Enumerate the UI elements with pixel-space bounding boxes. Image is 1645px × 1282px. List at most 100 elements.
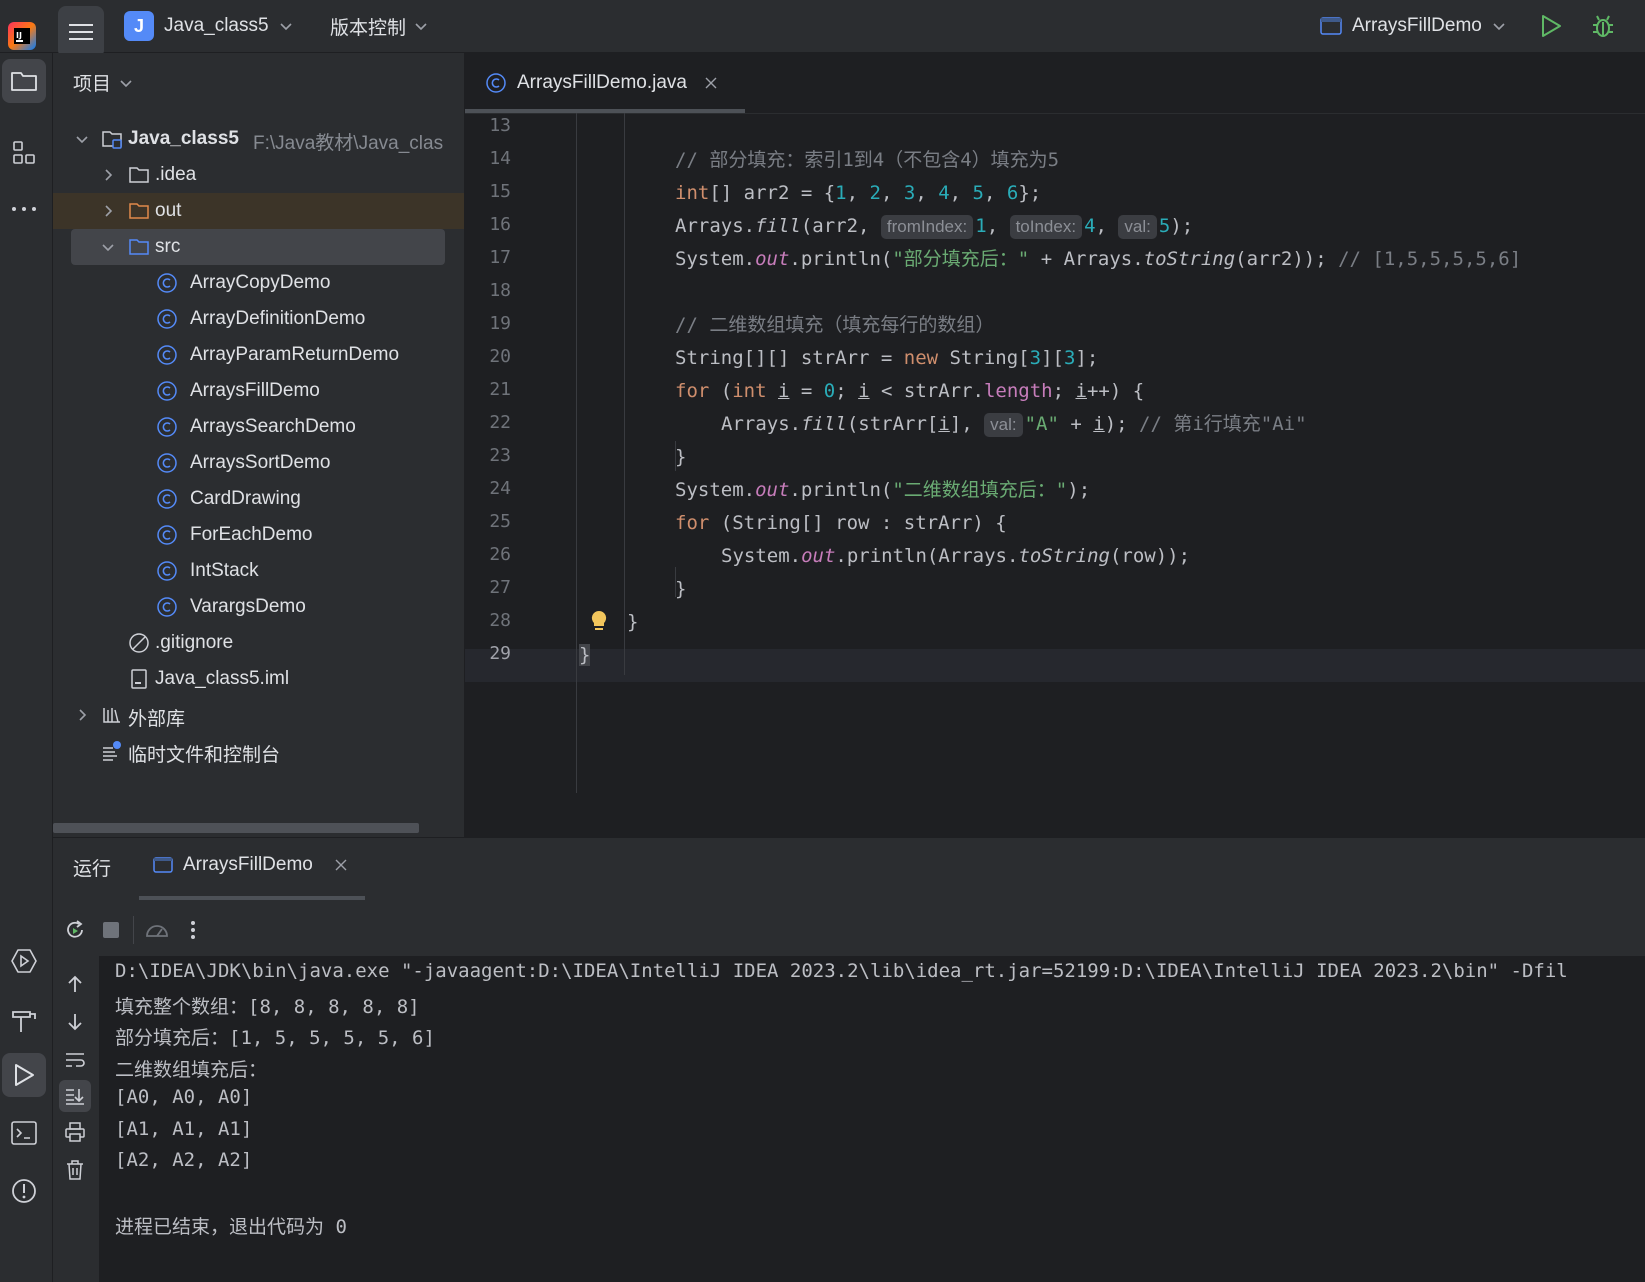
profiler-icon[interactable] bbox=[143, 916, 171, 944]
run-config-selector[interactable]: ArraysFillDemo bbox=[1320, 0, 1506, 52]
tree-item-file[interactable]: .gitignore bbox=[53, 625, 464, 661]
code-token: (strArr[ bbox=[846, 413, 939, 435]
build-icon[interactable] bbox=[2, 999, 46, 1043]
trash-icon[interactable] bbox=[61, 1156, 89, 1184]
chevron-right-icon[interactable] bbox=[101, 204, 115, 218]
bulb-icon[interactable] bbox=[589, 609, 609, 633]
print-icon[interactable] bbox=[61, 1118, 89, 1146]
tree-item-folder[interactable]: src bbox=[53, 229, 464, 265]
run-tool-icon[interactable] bbox=[2, 1053, 46, 1097]
code-comment: // 二维数组填充（填充每行的数组） bbox=[675, 314, 995, 336]
code-token: i bbox=[778, 380, 790, 402]
arrow-up-icon[interactable] bbox=[61, 970, 89, 998]
code-line: // 部分填充：索引1到4（不包含4）填充为5 bbox=[675, 144, 1059, 177]
code-token: i bbox=[858, 380, 870, 402]
code-line: for (String[] row : strArr) { bbox=[675, 507, 1007, 540]
close-icon[interactable] bbox=[335, 859, 347, 871]
libraries-icon bbox=[101, 704, 123, 726]
code-token: "A" bbox=[1024, 413, 1059, 435]
arrow-down-icon[interactable] bbox=[61, 1008, 89, 1036]
code-token: toString bbox=[1018, 545, 1110, 567]
tree-item-class[interactable]: CardDrawing bbox=[53, 481, 464, 517]
active-tab-underline bbox=[139, 896, 365, 900]
tree-item-class[interactable]: ArraysFillDemo bbox=[53, 373, 464, 409]
tree-item-label: ArrayDefinitionDemo bbox=[190, 308, 366, 329]
scroll-to-end-icon[interactable] bbox=[59, 1080, 91, 1112]
tree-item-file[interactable]: Java_class5.iml bbox=[53, 661, 464, 697]
chevron-down-icon bbox=[1492, 19, 1506, 33]
tree-item-class[interactable]: VarargsDemo bbox=[53, 589, 464, 625]
more-icon[interactable] bbox=[179, 916, 207, 944]
chevron-right-icon[interactable] bbox=[101, 168, 115, 182]
parameter-hint: toIndex: bbox=[1009, 215, 1083, 239]
tree-item-class[interactable]: ArraysSortDemo bbox=[53, 445, 464, 481]
debug-icon[interactable] bbox=[1590, 0, 1616, 52]
run-tab[interactable]: ArraysFillDemo bbox=[153, 854, 347, 876]
structure-icon[interactable] bbox=[2, 131, 46, 175]
tree-item-class[interactable]: ArrayCopyDemo bbox=[53, 265, 464, 301]
tree-item-scratches[interactable]: 临时文件和控制台 bbox=[53, 733, 464, 769]
tree-item-class[interactable]: ArrayDefinitionDemo bbox=[53, 301, 464, 337]
tree-item-class[interactable]: IntStack bbox=[53, 553, 464, 589]
chevron-down-icon[interactable] bbox=[101, 240, 115, 254]
tree-item-label: ArrayCopyDemo bbox=[190, 272, 331, 293]
project-switcher[interactable]: J Java_class5 bbox=[124, 0, 293, 52]
code-token: .println(Arrays. bbox=[835, 545, 1019, 567]
tree-item-folder[interactable]: out bbox=[53, 193, 464, 229]
code-token: (arr2)); bbox=[1235, 248, 1339, 270]
class-icon bbox=[156, 416, 178, 438]
tree-item-class[interactable]: ArraysSearchDemo bbox=[53, 409, 464, 445]
console-output[interactable]: D:\IDEA\JDK\bin\java.exe "-javaagent:D:\… bbox=[99, 956, 1645, 1282]
chevron-right-icon[interactable] bbox=[75, 708, 89, 722]
rerun-icon[interactable] bbox=[61, 916, 89, 944]
hamburger-menu-icon[interactable] bbox=[58, 6, 104, 58]
stop-icon[interactable] bbox=[97, 916, 125, 944]
class-icon bbox=[156, 380, 178, 402]
source-folder-icon bbox=[128, 236, 150, 258]
terminal-icon[interactable] bbox=[2, 1111, 46, 1155]
code-token: }; bbox=[1018, 182, 1042, 204]
code-token: for bbox=[675, 380, 710, 402]
editor-tab[interactable]: ArraysFillDemo.java bbox=[485, 53, 717, 113]
editor-tab-label: ArraysFillDemo.java bbox=[517, 72, 687, 93]
tree-item-label: CardDrawing bbox=[190, 488, 301, 509]
soft-wrap-icon[interactable] bbox=[61, 1046, 89, 1074]
tree-item-module[interactable]: Java_class5 F:\Java教材\Java_clas bbox=[53, 121, 464, 157]
code-comment: // 部分填充：索引1到4（不包含4）填充为5 bbox=[675, 149, 1060, 171]
code-token: 6 bbox=[1006, 182, 1019, 204]
console-side-toolbar bbox=[53, 956, 99, 1282]
code-token: Arrays. bbox=[721, 413, 802, 435]
folder-icon[interactable] bbox=[2, 59, 46, 103]
class-icon bbox=[156, 488, 178, 510]
console-line: 部分填充后：[1, 5, 5, 5, 5, 6] bbox=[115, 1027, 435, 1049]
vcs-menu[interactable]: 版本控制 bbox=[330, 0, 428, 52]
chevron-down-icon[interactable] bbox=[75, 132, 89, 146]
code-area[interactable]: // 部分填充：索引1到4（不包含4）填充为5 int[] arr2 = {1,… bbox=[465, 113, 1645, 837]
code-token: ; bbox=[1052, 380, 1076, 402]
code-token: System. bbox=[721, 545, 802, 567]
code-line: System.out.println("部分填充后：" + Arrays.toS… bbox=[675, 243, 1521, 276]
console-line: [A0, A0, A0] bbox=[115, 1086, 253, 1108]
more-icon[interactable] bbox=[2, 187, 46, 231]
code-token: ][ bbox=[1041, 347, 1064, 369]
code-line: } bbox=[675, 573, 686, 606]
code-token: } bbox=[675, 446, 687, 468]
tree-item-libraries[interactable]: 外部库 bbox=[53, 697, 464, 733]
code-line: } bbox=[627, 606, 638, 639]
code-line: } bbox=[579, 639, 591, 672]
run-icon[interactable] bbox=[1540, 0, 1562, 52]
code-editor[interactable]: ArraysFillDemo.java 13 14 15 16 17 18 19… bbox=[465, 53, 1645, 837]
run-toolbar bbox=[53, 904, 1645, 956]
tree-item-class[interactable]: ArrayParamReturnDemo bbox=[53, 337, 464, 373]
project-panel-title: 项目 bbox=[73, 74, 112, 95]
folder-icon bbox=[128, 164, 150, 186]
tree-item-class[interactable]: ForEachDemo bbox=[53, 517, 464, 553]
services-icon[interactable] bbox=[2, 939, 46, 983]
project-panel-header[interactable]: 项目 bbox=[73, 69, 133, 96]
code-token: } bbox=[675, 578, 687, 600]
problems-icon[interactable] bbox=[2, 1169, 46, 1213]
code-token: 5 bbox=[1158, 215, 1171, 237]
tree-item-folder[interactable]: .idea bbox=[53, 157, 464, 193]
horizontal-scrollbar[interactable] bbox=[53, 823, 419, 833]
close-icon[interactable] bbox=[705, 77, 717, 89]
